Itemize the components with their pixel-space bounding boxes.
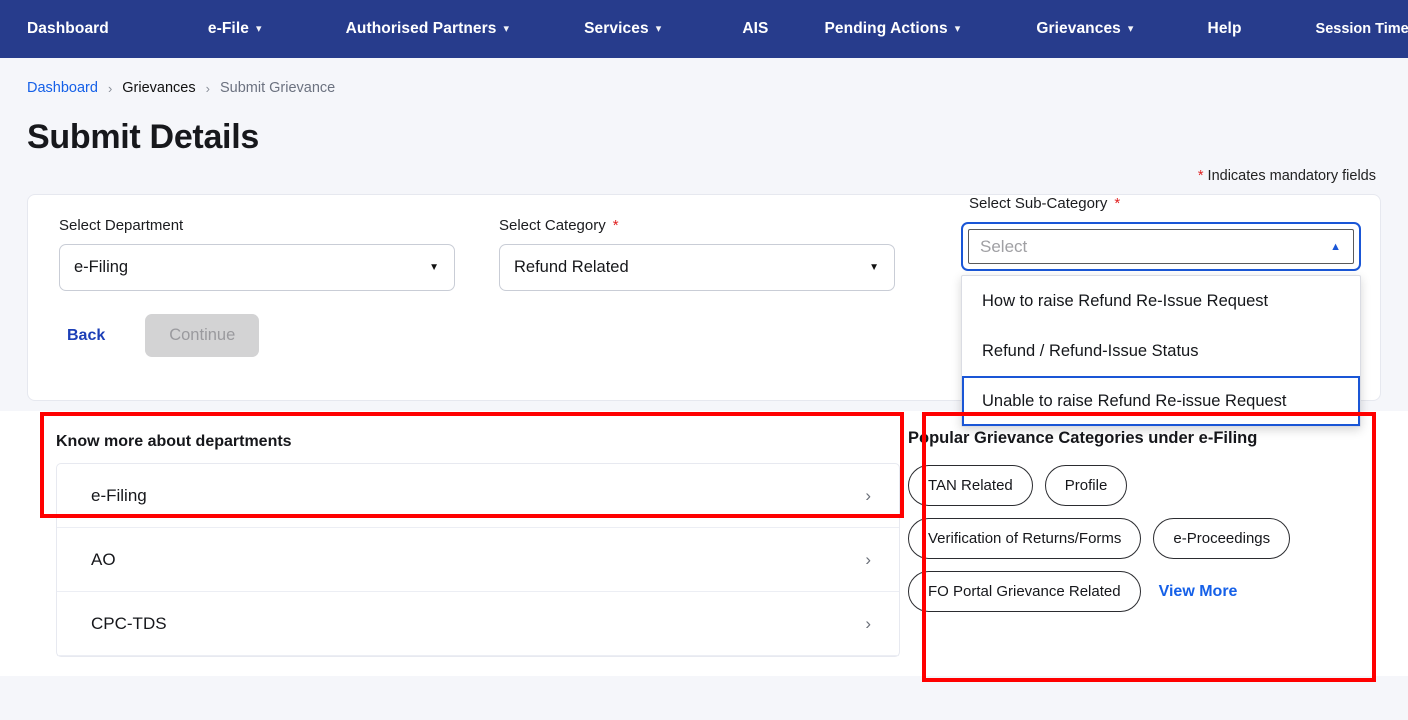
department-item-label: AO [91, 549, 116, 569]
department-label-text: Select Department [59, 217, 184, 234]
nav-item-services[interactable]: Services ▾ [584, 20, 661, 38]
breadcrumb-item-grievances[interactable]: Grievances [122, 80, 195, 96]
sub-category-label: Select Sub-Category * [961, 195, 1371, 212]
lower-section: Know more about departments e-Filing › A… [0, 411, 1408, 676]
breadcrumb: Dashboard › Grievances › Submit Grievanc… [0, 58, 1408, 96]
departments-panel: Know more about departments e-Filing › A… [27, 411, 900, 657]
nav-item-label: AIS [742, 20, 769, 37]
chip-fo-portal-grievance-related[interactable]: FO Portal Grievance Related [908, 571, 1141, 612]
nav-item-label: Help [1207, 20, 1242, 37]
sub-category-label-text: Select Sub-Category [969, 195, 1108, 212]
popular-categories-panel: Popular Grievance Categories under e-Fil… [900, 411, 1381, 657]
dropdown-option-refund-status[interactable]: Refund / Refund-Issue Status [962, 326, 1360, 376]
department-item-label: e-Filing [91, 485, 147, 505]
chevron-right-icon: › [865, 613, 871, 633]
view-more-link[interactable]: View More [1159, 583, 1238, 601]
chevron-down-icon: ▼ [869, 262, 879, 273]
nav-item-label: Dashboard [27, 20, 109, 37]
continue-button[interactable]: Continue [145, 314, 260, 357]
main-content: Select Department e-Filing ▼ Select Cate… [0, 194, 1408, 682]
chip-row-2: Verification of Returns/Forms e-Proceedi… [908, 518, 1381, 559]
nav-item-ais[interactable]: AIS [742, 20, 768, 38]
page-title: Submit Details [27, 118, 259, 156]
sub-category-focus-ring: Select ▲ [961, 222, 1361, 271]
chevron-up-icon: ▲ [1330, 240, 1341, 253]
chevron-down-icon: ▾ [954, 22, 961, 35]
chevron-down-icon: ▾ [655, 22, 662, 35]
chip-row-3: FO Portal Grievance Related View More [908, 571, 1381, 612]
department-item-label: CPC-TDS [91, 613, 167, 633]
chip-row-1: TAN Related Profile [908, 465, 1381, 506]
chevron-right-icon: › [865, 549, 871, 569]
dropdown-option-label: Unable to raise Refund Re-issue Request [982, 391, 1287, 410]
chip-e-proceedings[interactable]: e-Proceedings [1153, 518, 1291, 559]
chevron-down-icon: ▾ [503, 22, 510, 35]
department-select[interactable]: e-Filing ▼ [59, 244, 455, 291]
top-navigation-bar: Dashboard e-File ▾ Authorised Partners ▾… [0, 0, 1408, 58]
nav-item-grievances[interactable]: Grievances ▾ [1036, 20, 1133, 38]
session-time-label: Session Time [1315, 21, 1408, 37]
dropdown-option-how-to-raise[interactable]: How to raise Refund Re-Issue Request [962, 276, 1360, 326]
nav-item-efile[interactable]: e-File ▾ [208, 20, 262, 38]
nav-item-dashboard[interactable]: Dashboard [27, 20, 109, 38]
chip-verification-of-returns-forms[interactable]: Verification of Returns/Forms [908, 518, 1142, 559]
sub-category-placeholder: Select [980, 236, 1028, 256]
lower-section-inner: Know more about departments e-Filing › A… [27, 411, 1381, 657]
breadcrumb-separator-icon: › [205, 80, 210, 96]
list-item[interactable]: e-Filing › [57, 464, 899, 528]
chip-profile[interactable]: Profile [1044, 465, 1128, 506]
sub-category-dropdown-list: How to raise Refund Re-Issue Request Ref… [961, 275, 1361, 427]
back-button[interactable]: Back [59, 321, 113, 351]
nav-items-container: Dashboard e-File ▾ Authorised Partners ▾… [0, 14, 1408, 44]
department-field: Select Department e-Filing ▼ [59, 217, 455, 291]
nav-item-pending-actions[interactable]: Pending Actions ▾ [824, 20, 960, 38]
departments-heading: Know more about departments [56, 433, 292, 450]
sub-category-input[interactable]: Select ▲ [968, 229, 1354, 264]
category-selected-value: Refund Related [514, 258, 629, 276]
sub-category-field: Select Sub-Category * Select ▲ How to ra… [961, 195, 1371, 427]
category-label: Select Category * [499, 217, 895, 234]
nav-item-label: Authorised Partners [345, 20, 497, 37]
breadcrumb-item-dashboard[interactable]: Dashboard [27, 80, 98, 96]
dropdown-option-label: Refund / Refund-Issue Status [982, 341, 1199, 360]
nav-item-label: Services [584, 20, 649, 37]
chevron-down-icon: ▾ [255, 22, 262, 35]
dropdown-option-unable-to-raise[interactable]: Unable to raise Refund Re-issue Request [962, 376, 1360, 426]
nav-item-label: e-File [207, 20, 249, 37]
submit-details-form-card: Select Department e-Filing ▼ Select Cate… [27, 194, 1381, 427]
chevron-right-icon: › [865, 485, 871, 505]
nav-item-label: Grievances [1036, 20, 1121, 37]
mandatory-fields-note: * Indicates mandatory fields [0, 168, 1408, 184]
dropdown-option-label: How to raise Refund Re-Issue Request [982, 291, 1269, 310]
department-selected-value: e-Filing [74, 258, 129, 276]
department-label: Select Department [59, 217, 455, 234]
chip-tan-related[interactable]: TAN Related [908, 465, 1033, 506]
nav-item-help[interactable]: Help [1208, 20, 1242, 38]
list-item[interactable]: CPC-TDS › [57, 592, 899, 656]
popular-categories-chips: TAN Related Profile Verification of Retu… [908, 465, 1381, 612]
nav-item-authorised-partners[interactable]: Authorised Partners ▾ [346, 20, 510, 38]
required-star-icon: * [1114, 195, 1121, 212]
session-timer: Session Time 1 4 [1316, 14, 1408, 44]
breadcrumb-item-submit-grievance: Submit Grievance [219, 80, 336, 96]
category-field: Select Category * Refund Related ▼ [499, 217, 895, 291]
nav-item-label: Pending Actions [824, 20, 948, 37]
popular-categories-heading: Popular Grievance Categories under e-Fil… [908, 429, 1258, 447]
list-item[interactable]: AO › [57, 528, 899, 592]
chevron-down-icon: ▾ [1127, 22, 1134, 35]
mandatory-fields-text: Indicates mandatory fields [1207, 168, 1376, 184]
chevron-down-icon: ▼ [429, 262, 439, 273]
category-select[interactable]: Refund Related ▼ [499, 244, 895, 291]
departments-list: e-Filing › AO › CPC-TDS › [56, 463, 900, 657]
category-label-text: Select Category [499, 217, 606, 234]
required-star-icon: * [612, 217, 619, 234]
required-star-icon: * [1197, 168, 1204, 184]
breadcrumb-separator-icon: › [107, 80, 113, 96]
